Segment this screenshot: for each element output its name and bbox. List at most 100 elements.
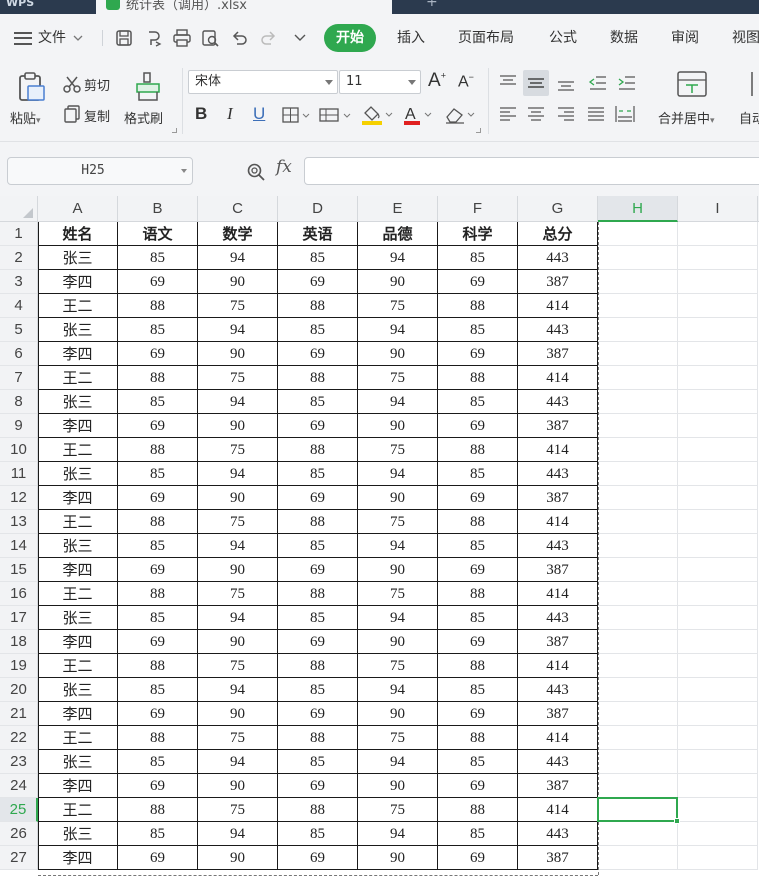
active-cell-selection[interactable]: [597, 797, 678, 822]
empty-cell[interactable]: [598, 846, 678, 870]
table-cell[interactable]: 69: [438, 342, 518, 366]
tab-insert[interactable]: 插入: [397, 24, 425, 52]
row-header-9[interactable]: 9: [0, 414, 38, 438]
table-cell[interactable]: 90: [358, 414, 438, 438]
empty-cell[interactable]: [598, 822, 678, 846]
row-header-16[interactable]: 16: [0, 582, 38, 606]
empty-cell[interactable]: [678, 702, 758, 726]
column-header-f[interactable]: F: [438, 196, 518, 222]
table-cell[interactable]: 90: [198, 414, 278, 438]
table-cell[interactable]: 90: [198, 558, 278, 582]
table-cell[interactable]: 88: [438, 366, 518, 390]
table-cell[interactable]: 85: [438, 246, 518, 270]
table-cell[interactable]: 张三: [38, 606, 118, 630]
table-cell[interactable]: 王二: [38, 726, 118, 750]
cell-style-icon[interactable]: [318, 106, 352, 124]
empty-cell[interactable]: [678, 558, 758, 582]
table-header-cell[interactable]: 语文: [118, 222, 198, 246]
empty-cell[interactable]: [598, 414, 678, 438]
row-header-4[interactable]: 4: [0, 294, 38, 318]
table-cell[interactable]: 张三: [38, 678, 118, 702]
table-cell[interactable]: 李四: [38, 342, 118, 366]
table-cell[interactable]: 张三: [38, 750, 118, 774]
row-header-20[interactable]: 20: [0, 678, 38, 702]
row-header-1[interactable]: 1: [0, 222, 38, 246]
table-cell[interactable]: 88: [118, 366, 198, 390]
table-cell[interactable]: 85: [118, 822, 198, 846]
justify-icon[interactable]: [586, 106, 606, 124]
table-cell[interactable]: 88: [438, 726, 518, 750]
file-menu-button[interactable]: 文件: [14, 24, 84, 52]
font-size-select[interactable]: 11: [339, 70, 421, 94]
table-cell[interactable]: 90: [198, 774, 278, 798]
table-cell[interactable]: 94: [198, 750, 278, 774]
empty-cell[interactable]: [598, 750, 678, 774]
empty-cell[interactable]: [678, 294, 758, 318]
table-cell[interactable]: 88: [118, 582, 198, 606]
empty-cell[interactable]: [678, 510, 758, 534]
tab-page-layout[interactable]: 页面布局: [458, 24, 514, 52]
table-cell[interactable]: 88: [118, 726, 198, 750]
table-cell[interactable]: 王二: [38, 438, 118, 462]
row-header-5[interactable]: 5: [0, 318, 38, 342]
table-cell[interactable]: 李四: [38, 558, 118, 582]
align-right-icon[interactable]: [556, 106, 576, 124]
table-cell[interactable]: 75: [198, 366, 278, 390]
table-cell[interactable]: 85: [278, 534, 358, 558]
table-cell[interactable]: 88: [278, 582, 358, 606]
table-cell[interactable]: 85: [278, 678, 358, 702]
table-cell[interactable]: 88: [278, 294, 358, 318]
row-header-6[interactable]: 6: [0, 342, 38, 366]
fill-handle[interactable]: [674, 818, 680, 824]
table-cell[interactable]: 75: [198, 582, 278, 606]
table-header-cell[interactable]: 数学: [198, 222, 278, 246]
table-cell[interactable]: 69: [438, 558, 518, 582]
empty-cell[interactable]: [598, 606, 678, 630]
empty-cell[interactable]: [678, 414, 758, 438]
shrink-font-button[interactable]: A−: [458, 72, 474, 91]
row-header-21[interactable]: 21: [0, 702, 38, 726]
table-cell[interactable]: 90: [198, 486, 278, 510]
table-cell[interactable]: 90: [358, 846, 438, 870]
table-cell[interactable]: 75: [358, 438, 438, 462]
empty-cell[interactable]: [598, 366, 678, 390]
customize-toolbar-icon[interactable]: [290, 28, 310, 48]
empty-cell[interactable]: [598, 774, 678, 798]
table-cell[interactable]: 414: [518, 510, 598, 534]
empty-cell[interactable]: [598, 654, 678, 678]
table-cell[interactable]: 94: [198, 822, 278, 846]
table-cell[interactable]: 69: [118, 342, 198, 366]
empty-cell[interactable]: [598, 678, 678, 702]
empty-cell[interactable]: [678, 462, 758, 486]
distribute-icon[interactable]: [614, 104, 636, 124]
table-cell[interactable]: 94: [198, 606, 278, 630]
export-pdf-icon[interactable]: [144, 28, 164, 48]
align-left-icon[interactable]: [498, 106, 518, 124]
table-cell[interactable]: 94: [358, 462, 438, 486]
column-header-i[interactable]: I: [678, 196, 758, 222]
table-cell[interactable]: 88: [118, 798, 198, 822]
empty-cell[interactable]: [678, 774, 758, 798]
table-cell[interactable]: 387: [518, 486, 598, 510]
column-header-h[interactable]: H: [598, 196, 678, 222]
table-cell[interactable]: 85: [438, 750, 518, 774]
table-cell[interactable]: 85: [118, 534, 198, 558]
row-header-18[interactable]: 18: [0, 630, 38, 654]
table-cell[interactable]: 75: [358, 294, 438, 318]
empty-cell[interactable]: [598, 318, 678, 342]
row-header-13[interactable]: 13: [0, 510, 38, 534]
table-cell[interactable]: 85: [438, 318, 518, 342]
tab-view[interactable]: 视图: [732, 24, 759, 52]
empty-cell[interactable]: [678, 366, 758, 390]
italic-button[interactable]: I: [227, 104, 233, 124]
save-icon[interactable]: [114, 28, 134, 48]
table-cell[interactable]: 69: [278, 342, 358, 366]
empty-cell[interactable]: [678, 606, 758, 630]
table-cell[interactable]: 69: [438, 630, 518, 654]
column-header-b[interactable]: B: [118, 196, 198, 222]
paste-icon[interactable]: [14, 70, 48, 104]
table-cell[interactable]: 88: [438, 582, 518, 606]
table-cell[interactable]: 443: [518, 390, 598, 414]
underline-button[interactable]: U: [253, 104, 265, 124]
table-cell[interactable]: 387: [518, 774, 598, 798]
